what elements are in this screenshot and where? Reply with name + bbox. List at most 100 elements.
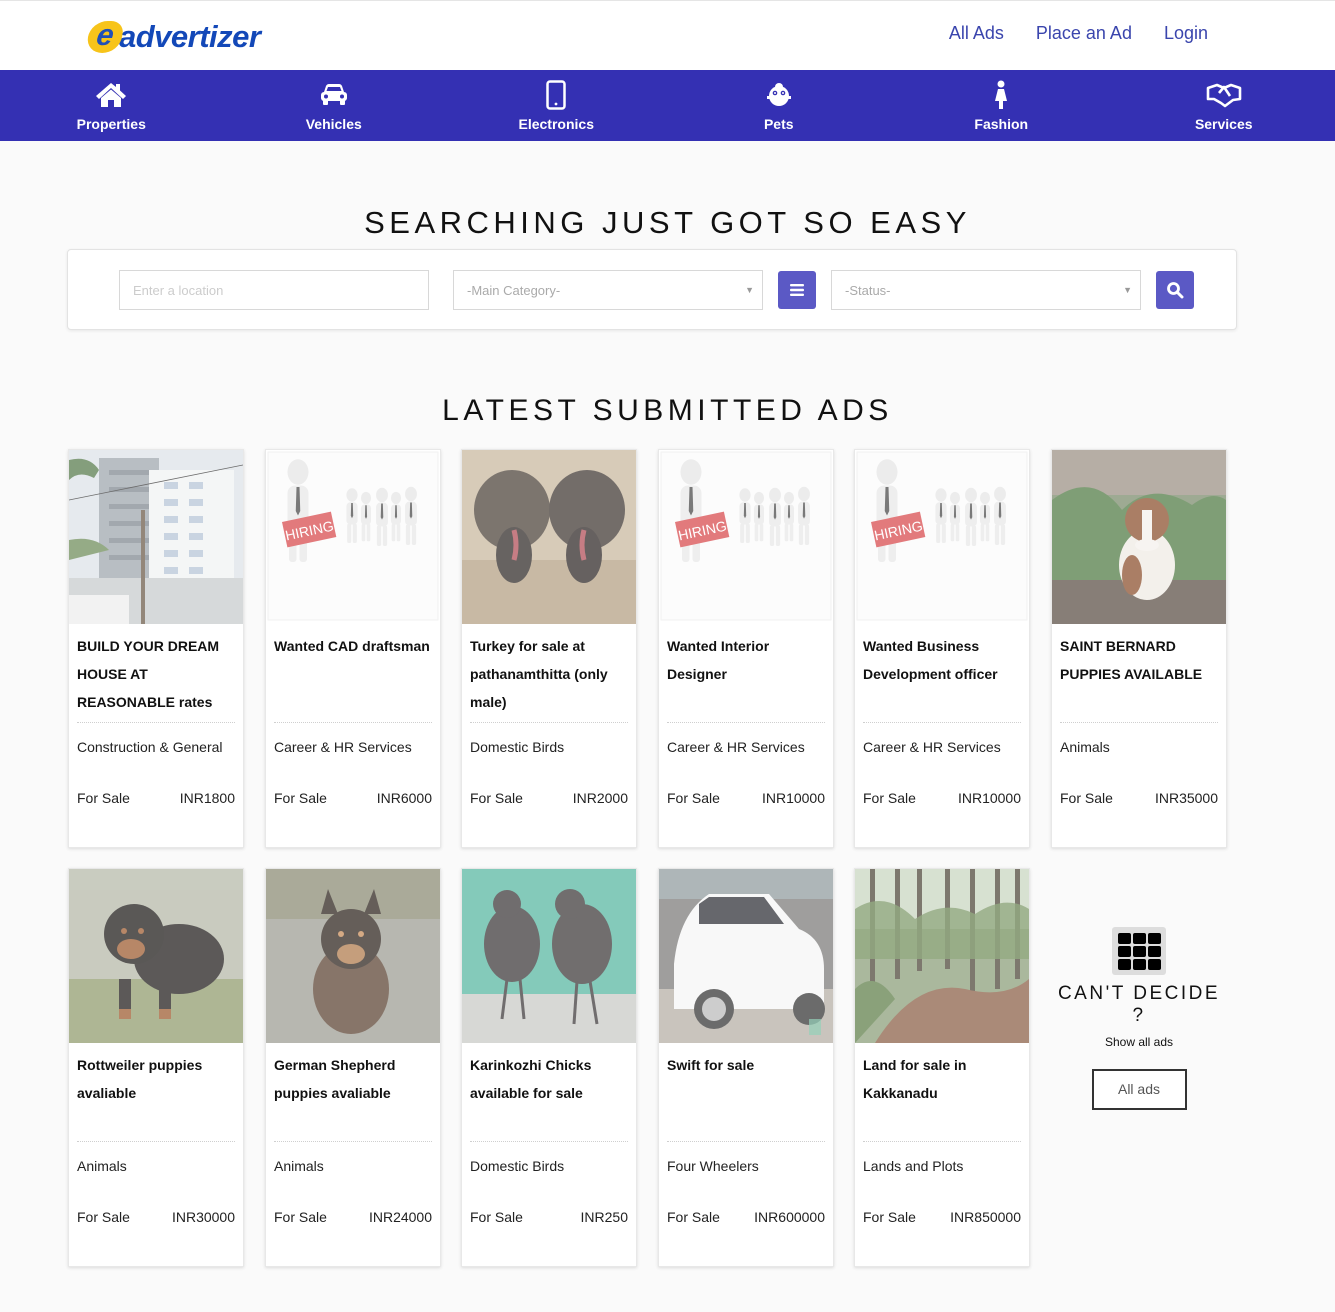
ad-category: Construction & General	[77, 739, 223, 755]
ad-title[interactable]: Turkey for sale at pathanamthitta (only …	[470, 632, 628, 719]
search-heading: SEARCHING JUST GOT SO EASY	[364, 205, 971, 240]
ad-status: For Sale	[667, 1209, 720, 1225]
ad-divider	[470, 1141, 628, 1142]
ad-image[interactable]: HIRING	[855, 450, 1029, 624]
ad-category: Lands and Plots	[863, 1158, 964, 1174]
ad-status: For Sale	[274, 790, 327, 806]
dropdown-arrow-icon: ▼	[1123, 285, 1132, 295]
cant-decide-panel: CAN'T DECIDE ? Show all ads All ads	[1051, 927, 1227, 1110]
ad-divider	[1060, 722, 1218, 723]
category-label: Electronics	[518, 116, 594, 132]
category-bar: Properties Vehicles Electronics Pets Fas…	[0, 70, 1335, 141]
ad-price: INR600000	[754, 1209, 825, 1225]
ad-price: INR10000	[957, 790, 1021, 806]
site-logo[interactable]: e advertizer	[85, 17, 261, 57]
place-an-ad-link[interactable]: Place an Ad	[1036, 23, 1132, 44]
ad-divider	[274, 1141, 432, 1142]
cant-decide-subtitle: Show all ads	[1104, 1035, 1174, 1049]
ad-image-german-shepherd	[266, 869, 440, 1043]
list-icon	[790, 284, 804, 296]
female-icon	[993, 80, 1009, 110]
category-pets[interactable]: Pets	[668, 70, 891, 141]
ad-price: INR35000	[1154, 790, 1218, 806]
ad-status: For Sale	[470, 1209, 523, 1225]
ad-title[interactable]: Rottweiler puppies avaliable	[77, 1051, 235, 1138]
ad-price: INR24000	[368, 1209, 432, 1225]
search-button[interactable]	[1156, 271, 1194, 309]
category-services[interactable]: Services	[1113, 70, 1335, 141]
ad-image[interactable]	[69, 450, 243, 624]
ad-card[interactable]: Land for sale in Kakkanadu Lands and Plo…	[854, 868, 1030, 1267]
latest-ads-heading: LATEST SUBMITTED ADS	[442, 394, 893, 427]
category-vehicles[interactable]: Vehicles	[223, 70, 446, 141]
ad-image-saint-bernard	[1052, 450, 1226, 624]
ad-image-turkey	[462, 450, 636, 624]
ad-status: For Sale	[77, 1209, 130, 1225]
list-toggle-button[interactable]	[778, 271, 816, 309]
handshake-icon	[1205, 80, 1243, 110]
status-select[interactable]: -Status- ▼	[831, 270, 1141, 310]
main-category-select[interactable]: -Main Category- ▼	[453, 270, 763, 310]
ad-category: Animals	[1060, 739, 1110, 755]
dropdown-arrow-icon: ▼	[745, 285, 754, 295]
ad-image[interactable]	[855, 869, 1029, 1043]
ad-image[interactable]	[462, 869, 636, 1043]
ad-card[interactable]: Turkey for sale at pathanamthitta (only …	[461, 449, 637, 848]
ad-image[interactable]	[69, 869, 243, 1043]
ad-card[interactable]: HIRING Wanted Interior Designer Career &…	[658, 449, 834, 848]
ad-title[interactable]: BUILD YOUR DREAM HOUSE AT REASONABLE rat…	[77, 632, 235, 719]
ad-image[interactable]	[1052, 450, 1226, 624]
ad-card[interactable]: German Shepherd puppies avaliable Animal…	[265, 868, 441, 1267]
ad-card[interactable]: SAINT BERNARD PUPPIES AVAILABLE Animals …	[1051, 449, 1227, 848]
all-ads-button[interactable]: All ads	[1091, 1069, 1187, 1110]
ad-status: For Sale	[274, 1209, 327, 1225]
ad-title[interactable]: Swift for sale	[667, 1051, 825, 1138]
ad-price: INR1800	[179, 790, 235, 806]
ad-divider	[667, 722, 825, 723]
ad-price: INR250	[580, 1209, 628, 1225]
category-electronics[interactable]: Electronics	[445, 70, 668, 141]
ad-card[interactable]: Rottweiler puppies avaliable Animals For…	[68, 868, 244, 1267]
search-icon	[1167, 282, 1184, 299]
ad-card[interactable]: Swift for sale Four Wheelers For Sale IN…	[658, 868, 834, 1267]
ad-card[interactable]: Karinkozhi Chicks available for sale Dom…	[461, 868, 637, 1267]
ad-image[interactable]	[266, 869, 440, 1043]
top-header: e advertizer All Ads Place an Ad Login	[0, 0, 1335, 70]
ad-image-hiring: HIRING	[855, 450, 1029, 624]
ad-card[interactable]: BUILD YOUR DREAM HOUSE AT REASONABLE rat…	[68, 449, 244, 848]
ad-title[interactable]: Karinkozhi Chicks available for sale	[470, 1051, 628, 1138]
login-link[interactable]: Login	[1164, 23, 1208, 44]
ad-image-rottweiler	[69, 869, 243, 1043]
ad-title[interactable]: SAINT BERNARD PUPPIES AVAILABLE	[1060, 632, 1218, 719]
pet-icon	[765, 80, 793, 110]
ad-title[interactable]: German Shepherd puppies avaliable	[274, 1051, 432, 1138]
ad-title[interactable]: Wanted CAD draftsman	[274, 632, 432, 719]
ad-divider	[470, 722, 628, 723]
ad-image[interactable]	[462, 450, 636, 624]
ad-image[interactable]: HIRING	[659, 450, 833, 624]
ad-title[interactable]: Wanted Business Development officer	[863, 632, 1021, 719]
ad-status: For Sale	[667, 790, 720, 806]
ad-category: Career & HR Services	[667, 739, 805, 755]
top-nav: All Ads Place an Ad Login	[949, 23, 1208, 44]
ad-image[interactable]: HIRING	[266, 450, 440, 624]
ad-card[interactable]: HIRING Wanted CAD draftsman Career & HR …	[265, 449, 441, 848]
ad-image-hiring: HIRING	[659, 450, 833, 624]
category-fashion[interactable]: Fashion	[890, 70, 1113, 141]
category-properties[interactable]: Properties	[0, 70, 223, 141]
location-input[interactable]: Enter a location	[119, 270, 429, 310]
category-label: Pets	[763, 116, 794, 132]
ad-title[interactable]: Wanted Interior Designer	[667, 632, 825, 719]
ad-image[interactable]	[659, 869, 833, 1043]
ad-divider	[77, 722, 235, 723]
ad-card[interactable]: HIRING Wanted Business Development offic…	[854, 449, 1030, 848]
ad-divider	[77, 1141, 235, 1142]
ad-divider	[274, 722, 432, 723]
ad-price: INR2000	[572, 790, 628, 806]
all-ads-link[interactable]: All Ads	[949, 23, 1004, 44]
ad-title[interactable]: Land for sale in Kakkanadu	[863, 1051, 1021, 1138]
ad-image-land	[855, 869, 1029, 1043]
search-panel: Enter a location -Main Category- ▼ -Stat…	[67, 249, 1237, 330]
ad-status: For Sale	[1060, 790, 1113, 806]
location-placeholder: Enter a location	[133, 282, 224, 298]
